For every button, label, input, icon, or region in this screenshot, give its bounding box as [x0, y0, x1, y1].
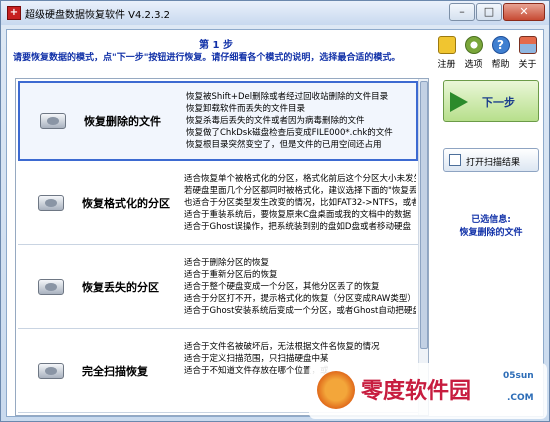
mode-item-recover-deleted[interactable]: 恢复删除的文件 恢复被Shift+Del删除或者经过回收站删除的文件目录 恢复卸…: [18, 81, 418, 161]
mode-description-line: 适合于文件名被破坏后，无法根据文件名恢复的情况: [184, 342, 380, 352]
open-scan-results-button[interactable]: 打开扫描结果: [443, 148, 539, 172]
mode-description-line: 适合于分区打不开，提示格式化的恢复（分区变成RAW类型）: [184, 294, 416, 304]
mode-name: 恢复删除的文件: [84, 115, 161, 128]
watermark-text: 零度软件园: [361, 378, 472, 404]
mode-description-line: 恢复做了ChkDsk磁盘检查后变成FILE000*.chk的文件: [186, 128, 393, 138]
main-panel: 第 1 步 请要恢复数据的模式，点"下一步"按钮进行恢复。请仔细看各个模式的说明…: [6, 29, 544, 417]
next-step-button[interactable]: 下一步: [443, 80, 539, 122]
mode-description-line: 若硬盘里面几个分区都同时被格式化，建议选择下面的"恢复丢失的: [184, 186, 416, 196]
watermark-sub2: .COM: [507, 393, 534, 403]
help-icon: ?: [491, 36, 510, 54]
mode-description: 适合恢复单个被格式化的分区，格式化前后这个分区大小未发生 若硬盘里面几个分区都同…: [184, 173, 416, 233]
mode-item-recover-formatted[interactable]: 恢复格式化的分区 适合恢复单个被格式化的分区，格式化前后这个分区大小未发生 若硬…: [18, 165, 418, 245]
help-button[interactable]: ? 帮助: [487, 34, 514, 74]
window-controls: – □ ✕: [448, 3, 545, 21]
register-icon: [437, 36, 456, 54]
mode-name: 恢复丢失的分区: [82, 281, 159, 294]
mode-description-line: 适合于重装系统后，要恢复原来C盘桌面或我的文档中的数据: [184, 210, 411, 220]
selected-info-title: 已选信息:: [471, 215, 511, 225]
mode-description-line: 适合于整个硬盘变成一个分区，其他分区丢了的恢复: [184, 282, 380, 292]
mode-description-line: 恢复卸载软件而丢失的文件目录: [186, 104, 306, 114]
hard-disk-icon: [38, 195, 64, 211]
hard-disk-icon: [40, 113, 66, 129]
mode-description-line: 适合于Ghost安装系统后变成一个分区，或者Ghost自动把硬盘分: [184, 306, 416, 316]
about-icon: [518, 36, 537, 54]
register-button[interactable]: 注册: [433, 34, 460, 74]
about-label: 关于: [518, 60, 537, 70]
mode-description-line: 恢复根目录突然变空了，但是文件的已用空间还占用: [186, 140, 382, 150]
toolbar: 注册 选项 ? 帮助 关于: [433, 34, 541, 74]
open-scan-results-label: 打开扫描结果: [466, 158, 521, 168]
step-description: 请要恢复数据的模式，点"下一步"按钮进行恢复。请仔细看各个模式的说明，选择最合适…: [13, 53, 401, 63]
app-icon: +: [7, 6, 21, 20]
mode-description-line: 适合于重新分区后的恢复: [184, 270, 278, 280]
mode-name: 完全扫描恢复: [82, 365, 148, 378]
app-window: + 超级硬盘数据恢复软件 V4.2.3.2 – □ ✕ 第 1 步 请要恢复数据…: [0, 0, 550, 422]
mode-description-line: 适合恢复单个被格式化的分区，格式化前后这个分区大小未发生: [184, 174, 416, 184]
scrollbar-thumb[interactable]: [420, 81, 428, 349]
mode-description: 恢复被Shift+Del删除或者经过回收站删除的文件目录 恢复卸载软件而丢失的文…: [186, 91, 418, 151]
watermark-logo-icon: [317, 371, 355, 409]
hard-disk-icon: [38, 363, 64, 379]
document-icon: [449, 154, 461, 166]
close-button[interactable]: ✕: [503, 3, 545, 21]
selected-info-value: 恢复删除的文件: [459, 228, 523, 238]
minimize-button[interactable]: –: [449, 3, 475, 21]
watermark: 零度软件园 05sun .COM: [309, 363, 547, 419]
mode-description-line: 恢复被Shift+Del删除或者经过回收站删除的文件目录: [186, 92, 389, 102]
mode-item-recover-lost-partition[interactable]: 恢复丢失的分区 适合于删除分区的恢复 适合于重新分区后的恢复 适合于整个硬盘变成…: [18, 249, 418, 329]
mode-name: 恢复格式化的分区: [82, 197, 170, 210]
mode-description-line: 也适合于分区类型发生改变的情况，比如FAT32->NTFS，或者NT: [184, 198, 416, 208]
title-bar[interactable]: + 超级硬盘数据恢复软件 V4.2.3.2 – □ ✕: [1, 1, 549, 25]
options-button[interactable]: 选项: [460, 34, 487, 74]
options-icon: [464, 36, 483, 54]
mode-description-line: 恢复杀毒后丢失的文件或者因为病毒删除的文件: [186, 116, 365, 126]
help-label: 帮助: [491, 60, 510, 70]
selected-info: 已选信息: 恢复删除的文件: [437, 214, 545, 240]
about-button[interactable]: 关于: [514, 34, 541, 74]
window-title: 超级硬盘数据恢复软件 V4.2.3.2: [25, 10, 171, 21]
hard-disk-icon: [38, 279, 64, 295]
register-label: 注册: [437, 60, 456, 70]
mode-description-line: 适合于Ghost误操作，把系统装到别的盘如D盘或者移动硬盘: [184, 222, 411, 232]
mode-description-line: 适合于删除分区的恢复: [184, 258, 270, 268]
arrow-right-icon: [450, 92, 468, 112]
next-step-label: 下一步: [482, 96, 515, 109]
mode-description: 适合于删除分区的恢复 适合于重新分区后的恢复 适合于整个硬盘变成一个分区，其他分…: [184, 257, 416, 317]
options-label: 选项: [464, 60, 483, 70]
watermark-sub1: 05sun: [503, 371, 534, 381]
step-title: 第 1 步: [199, 40, 233, 51]
maximize-button[interactable]: □: [476, 3, 502, 21]
